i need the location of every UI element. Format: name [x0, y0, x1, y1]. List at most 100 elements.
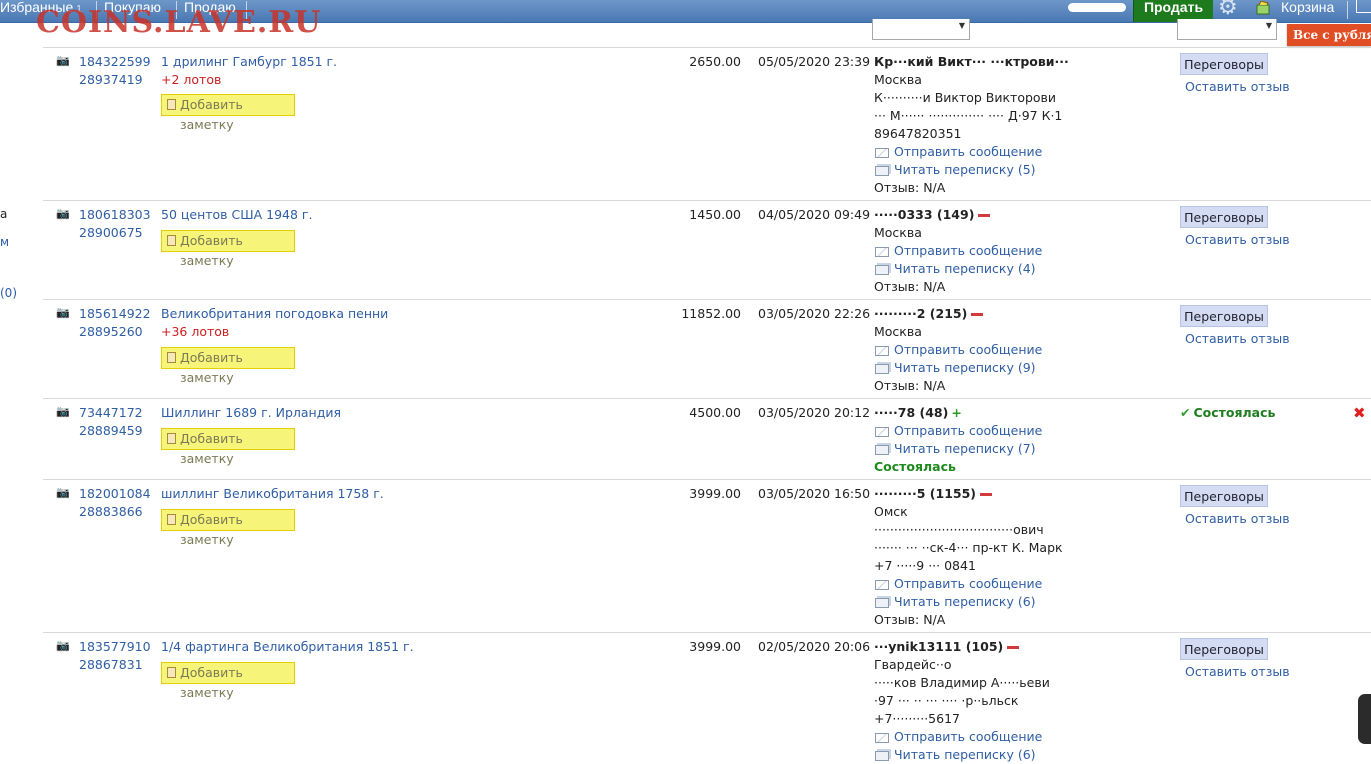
chevron-down-icon: ▼	[958, 21, 965, 30]
negative-rating-icon	[971, 313, 984, 316]
sidebar-count-fragment[interactable]: (0)	[0, 286, 17, 300]
read-messages-label: Читать переписку (6)	[894, 594, 1036, 609]
add-note-button[interactable]: Добавить заметку	[161, 662, 295, 700]
seller-name[interactable]: ·········2 (215)	[874, 306, 967, 321]
lot-id-link[interactable]: 73447172	[79, 404, 143, 422]
add-note-button[interactable]: Добавить заметку	[161, 94, 295, 132]
lot-title-link[interactable]: 1 дрилинг Гамбург 1851 г.	[161, 53, 337, 71]
nav-cart[interactable]: Корзина	[1281, 0, 1334, 14]
lot-id-link[interactable]: 185614922	[79, 305, 151, 323]
review-status: Отзыв: N/A	[874, 279, 946, 294]
date: 05/05/2020 23:39	[758, 54, 871, 69]
camera-icon[interactable]: 📷	[56, 54, 70, 67]
negotiations-button[interactable]: Переговоры	[1180, 305, 1268, 327]
camera-icon[interactable]: 📷	[56, 486, 70, 499]
note-icon	[167, 514, 176, 525]
scrollbar-thumb[interactable]	[1358, 694, 1371, 744]
seller-contact: К··········и Виктор Викторови	[874, 90, 1057, 105]
seller-name[interactable]: ···ynik13111 (105)	[874, 639, 1003, 654]
sidebar-link-fragment[interactable]: м	[0, 235, 9, 249]
leave-review-link[interactable]: Оставить отзыв	[1185, 78, 1290, 96]
leave-review-link[interactable]: Оставить отзыв	[1185, 510, 1290, 528]
camera-icon[interactable]: 📷	[56, 639, 70, 652]
envelope-icon	[875, 733, 889, 743]
envelope-icon	[875, 346, 889, 356]
date: 03/05/2020 20:12	[758, 405, 871, 420]
negotiations-button[interactable]: Переговоры	[1180, 53, 1268, 75]
lot-id-link[interactable]: 184322599	[79, 53, 151, 71]
deal-status: Переговоры Оставить отзыв	[1180, 206, 1290, 249]
lot-ids: 73447172 28889459	[79, 404, 143, 440]
filter-select-status[interactable]: ▼	[1177, 19, 1277, 40]
lot-title-link[interactable]: Шиллинг 1689 г. Ирландия	[161, 404, 341, 422]
camera-icon[interactable]: 📷	[56, 306, 70, 319]
deal-id-link[interactable]: 28883866	[79, 503, 151, 521]
send-message-label: Отправить сообщение	[894, 423, 1043, 438]
negotiations-button[interactable]: Переговоры	[1180, 206, 1268, 228]
seller-name[interactable]: ·····0333 (149)	[874, 207, 974, 222]
lot-id-link[interactable]: 183577910	[79, 638, 151, 656]
lot-title-link[interactable]: 1/4 фартинга Великобритания 1851 г.	[161, 638, 414, 656]
send-message-link[interactable]: Отправить сообщение	[874, 242, 1074, 260]
read-messages-link[interactable]: Читать переписку (6)	[874, 593, 1074, 611]
envelope-icon	[875, 427, 889, 437]
deal-id-link[interactable]: 28895260	[79, 323, 151, 341]
lot-title-link[interactable]: Великобритания погодовка пенни	[161, 305, 388, 323]
add-note-button[interactable]: Добавить заметку	[161, 509, 295, 547]
deal-id-link[interactable]: 28867831	[79, 656, 151, 674]
price: 4500.00	[689, 405, 741, 420]
deal-id-link[interactable]: 28900675	[79, 224, 151, 242]
send-message-link[interactable]: Отправить сообщение	[874, 728, 1074, 746]
send-message-link[interactable]: Отправить сообщение	[874, 575, 1074, 593]
extra-lots[interactable]: +36 лотов	[161, 323, 229, 341]
read-messages-link[interactable]: Читать переписку (5)	[874, 161, 1074, 179]
gear-icon[interactable]: ⚙	[1218, 0, 1238, 19]
all-from-ruble-button[interactable]: Все с рубля	[1287, 24, 1371, 46]
seller-name[interactable]: ·····78 (48)	[874, 405, 948, 420]
add-note-button[interactable]: Добавить заметку	[161, 230, 295, 268]
leave-review-link[interactable]: Оставить отзыв	[1185, 330, 1290, 348]
leave-review-link[interactable]: Оставить отзыв	[1185, 231, 1290, 249]
deal-id-link[interactable]: 28889459	[79, 422, 143, 440]
send-message-link[interactable]: Отправить сообщение	[874, 143, 1074, 161]
send-message-link[interactable]: Отправить сообщение	[874, 341, 1074, 359]
read-messages-link[interactable]: Читать переписку (4)	[874, 260, 1074, 278]
lot-id-link[interactable]: 182001084	[79, 485, 151, 503]
envelope-icon	[875, 247, 889, 257]
add-note-button[interactable]: Добавить заметку	[161, 428, 295, 466]
extra-lots[interactable]: +2 лотов	[161, 71, 221, 89]
table-row: 📷 183577910 28867831 1/4 фартинга Велико…	[43, 632, 1371, 762]
deal-completed-status: ✔ Состоялась	[1180, 405, 1275, 420]
add-note-button[interactable]: Добавить заметку	[161, 347, 295, 385]
seller-city: Москва	[874, 72, 922, 87]
read-messages-link[interactable]: Читать переписку (6)	[874, 746, 1074, 764]
cart-icon[interactable]	[1256, 1, 1270, 15]
lot-title-link[interactable]: шиллинг Великобритания 1758 г.	[161, 485, 384, 503]
camera-icon[interactable]: 📷	[56, 207, 70, 220]
seller-info: ···ynik13111 (105) Гвардейс··о ·····ков …	[874, 638, 1074, 764]
date: 04/05/2020 09:49	[758, 207, 871, 222]
lot-title-link[interactable]: 50 центов США 1948 г.	[161, 206, 312, 224]
logout-icon[interactable]	[1356, 0, 1371, 13]
send-message-label: Отправить сообщение	[894, 243, 1043, 258]
send-message-link[interactable]: Отправить сообщение	[874, 422, 1074, 440]
note-icon	[167, 667, 176, 678]
seller-name[interactable]: Кр···кий Викт··· ···ктрови··· (1402)	[874, 54, 1074, 69]
deal-id-link[interactable]: 28937419	[79, 71, 151, 89]
read-messages-link[interactable]: Читать переписку (9)	[874, 359, 1074, 377]
seller-contact: +7 ·····9 ··· 0841	[874, 558, 976, 573]
filter-select-date[interactable]: ▼	[872, 19, 970, 40]
read-messages-label: Читать переписку (6)	[894, 747, 1036, 762]
lot-ids: 183577910 28867831	[79, 638, 151, 674]
send-message-label: Отправить сообщение	[894, 729, 1043, 744]
negotiations-button[interactable]: Переговоры	[1180, 638, 1268, 660]
camera-icon[interactable]: 📷	[56, 405, 70, 418]
close-icon[interactable]: ✖	[1353, 404, 1366, 422]
negotiations-button[interactable]: Переговоры	[1180, 485, 1268, 507]
lot-id-link[interactable]: 180618303	[79, 206, 151, 224]
seller-name[interactable]: ·········5 (1155)	[874, 486, 976, 501]
leave-review-link[interactable]: Оставить отзыв	[1185, 663, 1290, 681]
envelope-icon	[875, 148, 889, 158]
price: 3999.00	[689, 486, 741, 501]
read-messages-link[interactable]: Читать переписку (7)	[874, 440, 1074, 458]
